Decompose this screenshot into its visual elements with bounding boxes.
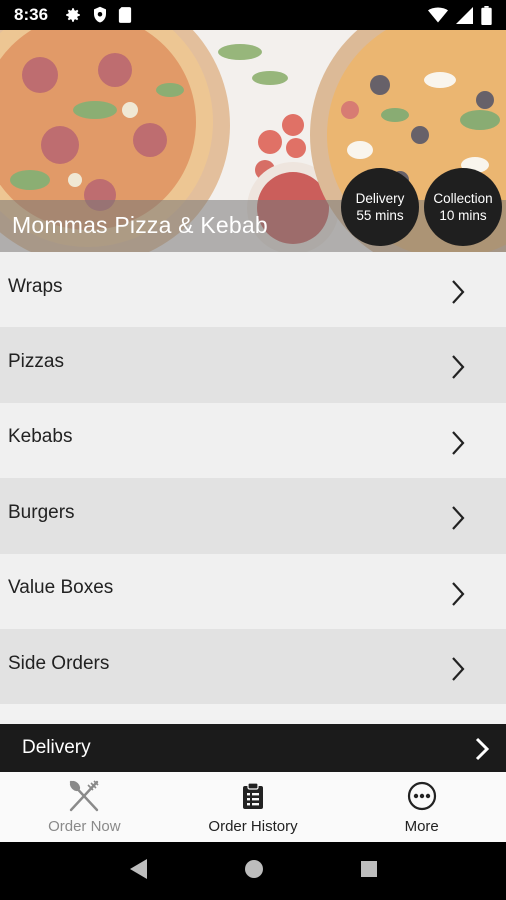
chevron-right-icon <box>452 506 465 530</box>
status-bar: 8:36 <box>0 0 506 30</box>
delivery-time-badge: Delivery 55 mins <box>341 168 419 246</box>
gear-icon <box>64 6 82 24</box>
chevron-right-icon <box>475 737 490 761</box>
order-mode-label: Delivery <box>22 737 91 758</box>
tab-label: Order History <box>208 818 298 835</box>
wifi-icon <box>428 7 448 23</box>
tab-label: More <box>404 818 439 835</box>
menu-item-label: Kebabs <box>8 426 73 448</box>
menu-item-value-boxes[interactable]: Value Boxes <box>0 553 506 629</box>
fork-knife-icon <box>67 780 101 812</box>
delivery-badge-label: Delivery <box>355 191 405 206</box>
chevron-right-icon <box>452 581 465 606</box>
menu-category-list: Wraps Pizzas Kebabs Burgers Value Boxes … <box>0 252 506 724</box>
menu-item-side-orders[interactable]: Side Orders <box>0 628 506 705</box>
chevron-right-icon <box>452 280 465 304</box>
collection-badge-label: Collection <box>433 191 493 206</box>
home-icon[interactable] <box>243 858 265 885</box>
status-time: 8:36 <box>14 5 49 24</box>
menu-item-burgers[interactable]: Burgers <box>0 478 506 554</box>
menu-item-label: Value Boxes <box>8 577 114 599</box>
battery-icon <box>481 5 492 25</box>
tab-order-history[interactable]: Order History <box>169 772 338 842</box>
collection-time-badge: Collection 10 mins <box>424 168 502 246</box>
system-nav-bar <box>0 842 506 900</box>
tab-label: Order Now <box>48 818 121 835</box>
back-icon[interactable] <box>127 857 149 886</box>
menu-item-kebabs[interactable]: Kebabs <box>0 402 506 479</box>
shield-icon <box>92 6 108 24</box>
tab-more[interactable]: More <box>337 772 506 842</box>
chevron-right-icon <box>452 355 465 380</box>
more-dots-icon <box>407 780 437 812</box>
restaurant-name: Mommas Pizza & Kebab <box>12 212 268 238</box>
clipboard-icon <box>242 780 264 812</box>
collection-badge-time: 10 mins <box>439 208 487 223</box>
tab-order-now[interactable]: Order Now <box>0 772 169 842</box>
delivery-badge-time: 55 mins <box>356 208 404 223</box>
menu-item-label: Pizzas <box>8 351 64 373</box>
hero-banner: Mommas Pizza & Kebab Delivery 55 mins Co… <box>0 30 506 252</box>
bottom-tab-bar: Order Now Order History More <box>0 772 506 842</box>
menu-item-wraps[interactable]: Wraps <box>0 252 506 328</box>
sim-card-icon <box>118 6 132 24</box>
signal-icon <box>456 6 473 24</box>
chevron-right-icon <box>452 657 465 681</box>
order-mode-bar[interactable]: Delivery <box>0 724 506 772</box>
recents-icon[interactable] <box>359 859 379 884</box>
menu-item-label: Burgers <box>8 501 75 523</box>
menu-item-label: Side Orders <box>8 652 110 674</box>
chevron-right-icon <box>452 431 465 455</box>
menu-item-label: Wraps <box>8 275 63 297</box>
menu-item-pizzas[interactable]: Pizzas <box>0 327 506 403</box>
